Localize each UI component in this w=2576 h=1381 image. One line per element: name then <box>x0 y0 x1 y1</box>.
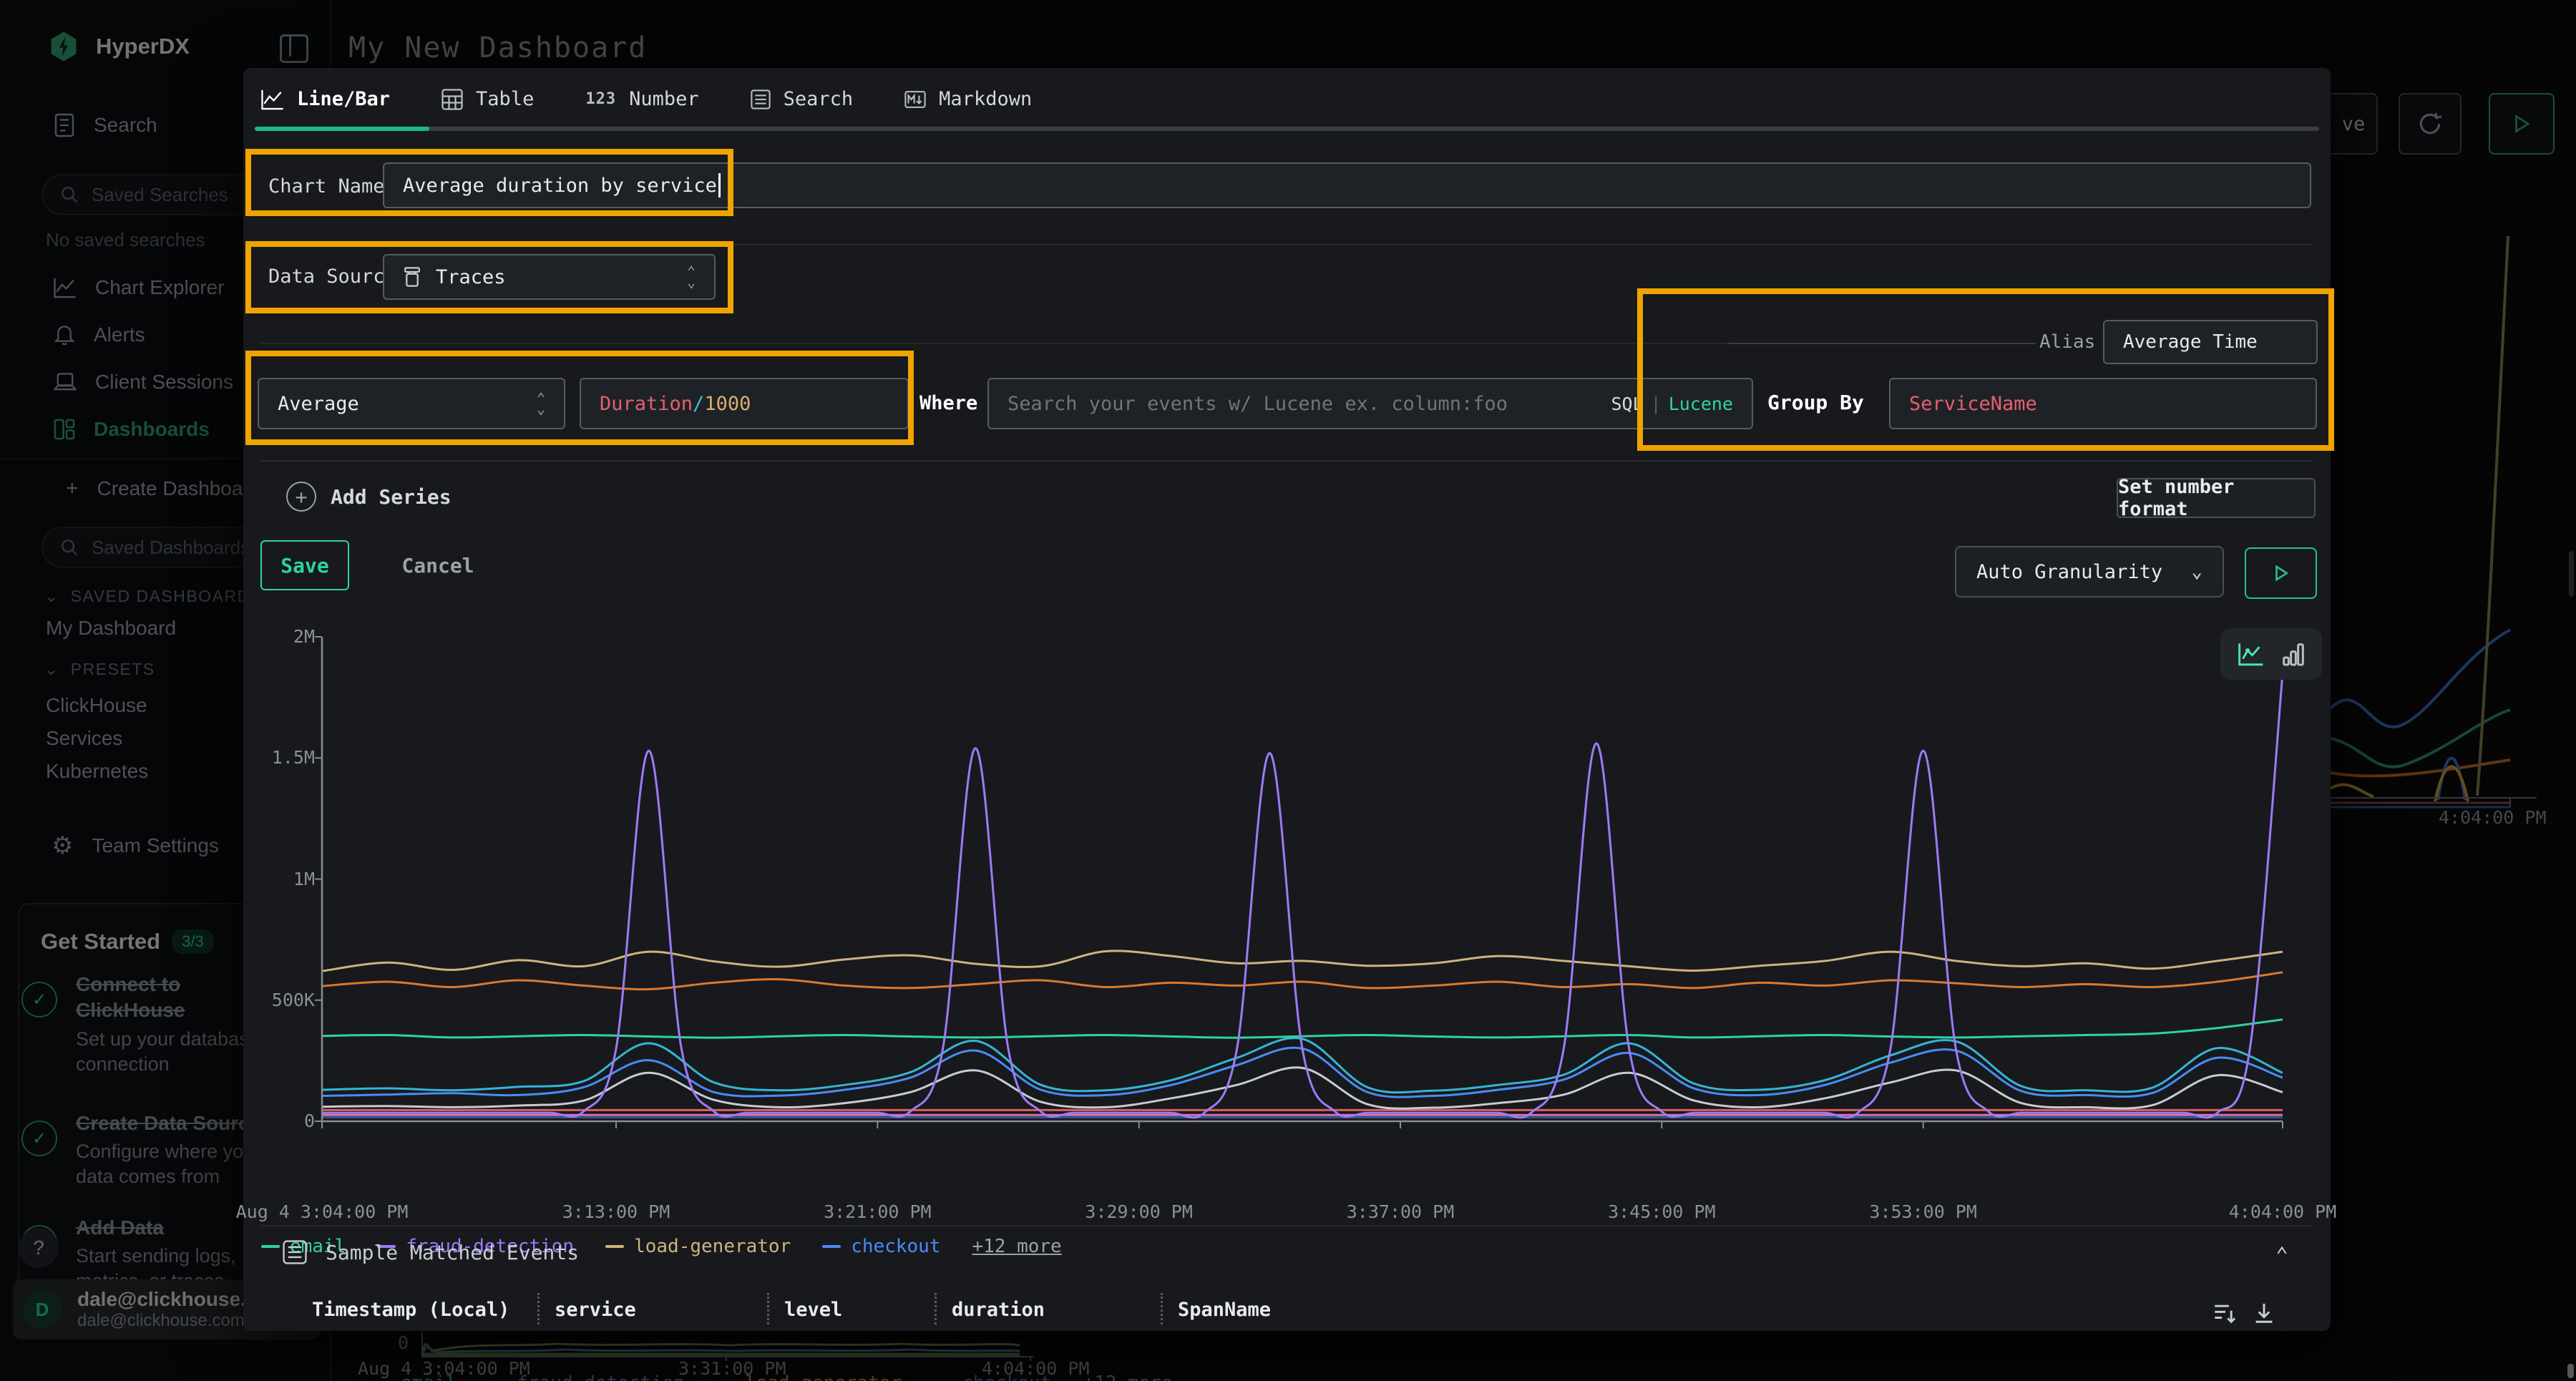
x-tick-label: 4:04:00 PM <box>2229 1201 2337 1222</box>
series-line <box>322 1068 2283 1108</box>
cancel-button[interactable]: Cancel <box>395 540 481 590</box>
save-button[interactable]: Save <box>260 540 349 590</box>
alias-input[interactable]: Average Time <box>2103 320 2318 364</box>
column-header-service[interactable]: service <box>555 1299 636 1321</box>
x-tick-label: 3:45:00 PM <box>1608 1201 1716 1222</box>
select-chevrons-icon: ⌃⌄ <box>537 393 545 414</box>
set-number-format-button[interactable]: Set number format <box>2117 478 2316 518</box>
column-header-duration[interactable]: duration <box>952 1299 1045 1321</box>
aggregation-select[interactable]: Average ⌃⌄ <box>258 378 565 429</box>
legend-label: load-generator <box>634 1236 791 1257</box>
group-by-input[interactable]: ServiceName <box>1889 378 2317 429</box>
y-tick-label: 2M <box>243 626 315 647</box>
x-tick-label: Aug 4 3:04:00 PM <box>236 1201 409 1222</box>
legend-item[interactable]: load-generator <box>605 1236 791 1257</box>
download-icon[interactable] <box>2251 1300 2277 1326</box>
tab-markdown[interactable]: Markdown <box>904 88 1032 110</box>
text-cursor <box>718 173 721 197</box>
section-divider <box>261 460 2313 462</box>
column-header-spanname[interactable]: SpanName <box>1178 1299 1271 1321</box>
app-window: HyperDX Search Saved Searches No saved s… <box>0 0 2576 1381</box>
section-divider <box>261 1225 2313 1226</box>
tab-table[interactable]: Table <box>441 88 534 110</box>
y-tick-label: 1M <box>243 869 315 889</box>
line-view-icon[interactable] <box>2238 642 2264 666</box>
where-placeholder: Search your events w/ Lucene ex. column:… <box>1008 393 1508 415</box>
chart-name-label: Chart Name <box>268 175 385 197</box>
tabs-divider <box>255 127 2319 131</box>
granularity-select[interactable]: Auto Granularity ⌄ <box>1955 546 2224 597</box>
run-chart-button[interactable] <box>2245 547 2317 599</box>
y-tick-label: 500K <box>243 990 315 1010</box>
legend-more-link[interactable]: +12 more <box>972 1236 1061 1257</box>
legend-dash-icon <box>261 1245 280 1248</box>
add-series-button[interactable]: + Add Series <box>286 482 452 512</box>
x-tick-label: 3:53:00 PM <box>1869 1201 1977 1222</box>
x-tick-label: 3:37:00 PM <box>1347 1201 1455 1222</box>
series-line <box>322 972 2283 990</box>
y-tick-label: 1.5M <box>243 747 315 768</box>
table-icon <box>441 89 463 110</box>
line-chart-icon <box>261 89 284 110</box>
data-source-select[interactable]: Traces ⌃⌄ <box>383 254 716 300</box>
section-divider <box>261 244 2313 245</box>
query-language-toggle[interactable]: SQL|Lucene <box>1611 394 1733 414</box>
series-line-email <box>322 1020 2283 1038</box>
where-search-input[interactable]: Search your events w/ Lucene ex. column:… <box>987 378 1753 429</box>
edit-chart-modal: Line/Bar Table 123 Number Search Markdow… <box>243 68 2331 1331</box>
column-header-level[interactable]: level <box>784 1299 842 1321</box>
legend-dash-icon <box>822 1245 841 1248</box>
chart-type-tabs: Line/Bar Table 123 Number Search Markdow… <box>261 88 1032 110</box>
series-line-checkout <box>322 1048 2283 1097</box>
series-line-fraud-detection <box>322 673 2283 1118</box>
column-divider <box>767 1293 769 1324</box>
where-label: Where <box>919 392 977 414</box>
plus-circle-icon: + <box>286 482 316 512</box>
group-by-label: Group By <box>1767 391 1864 414</box>
x-tick-label: 3:29:00 PM <box>1085 1201 1193 1222</box>
divider: | <box>1644 394 1669 414</box>
legend-dash-icon <box>605 1245 624 1248</box>
column-divider <box>1161 1293 1163 1324</box>
database-icon <box>403 267 421 287</box>
column-header-timestamp[interactable]: Timestamp (Local) <box>312 1299 509 1321</box>
timeseries-chart[interactable] <box>312 630 2293 1135</box>
list-icon <box>751 89 771 109</box>
legend-item[interactable]: checkout <box>822 1236 940 1257</box>
sort-icon[interactable] <box>2212 1300 2238 1326</box>
field-expression-input[interactable]: Duration/1000 <box>580 378 909 429</box>
column-divider <box>935 1293 937 1324</box>
alias-label: Alias <box>2039 331 2095 353</box>
tab-search[interactable]: Search <box>751 88 854 110</box>
select-chevrons-icon: ⌃⌄ <box>687 266 696 288</box>
sample-events-header[interactable]: Sample Matched Events <box>283 1240 579 1264</box>
x-tick-label: 3:13:00 PM <box>562 1201 670 1222</box>
markdown-icon <box>904 90 926 109</box>
chevron-down-icon: ⌄ <box>2191 561 2202 582</box>
tab-line-bar[interactable]: Line/Bar <box>261 88 390 110</box>
x-tick-label: 3:21:00 PM <box>824 1201 932 1222</box>
section-divider <box>261 343 1732 344</box>
alias-connector-line <box>1728 343 2036 344</box>
play-icon <box>2272 564 2290 582</box>
active-tab-indicator <box>255 127 429 131</box>
series-line-load-generator <box>322 951 2283 971</box>
collapse-chevron-icon[interactable]: ⌃ <box>2275 1243 2288 1268</box>
data-source-label: Data Source <box>268 265 396 288</box>
bar-view-icon[interactable] <box>2283 642 2304 666</box>
chart-name-input[interactable]: Average duration by service <box>383 162 2311 208</box>
tab-number[interactable]: 123 Number <box>585 88 698 110</box>
legend-label: checkout <box>851 1236 940 1257</box>
column-divider <box>537 1293 540 1324</box>
y-tick-label: 0 <box>243 1111 315 1131</box>
number-123-icon: 123 <box>585 90 616 108</box>
event-list-icon <box>283 1240 307 1264</box>
chart-display-toggle <box>2220 628 2322 680</box>
